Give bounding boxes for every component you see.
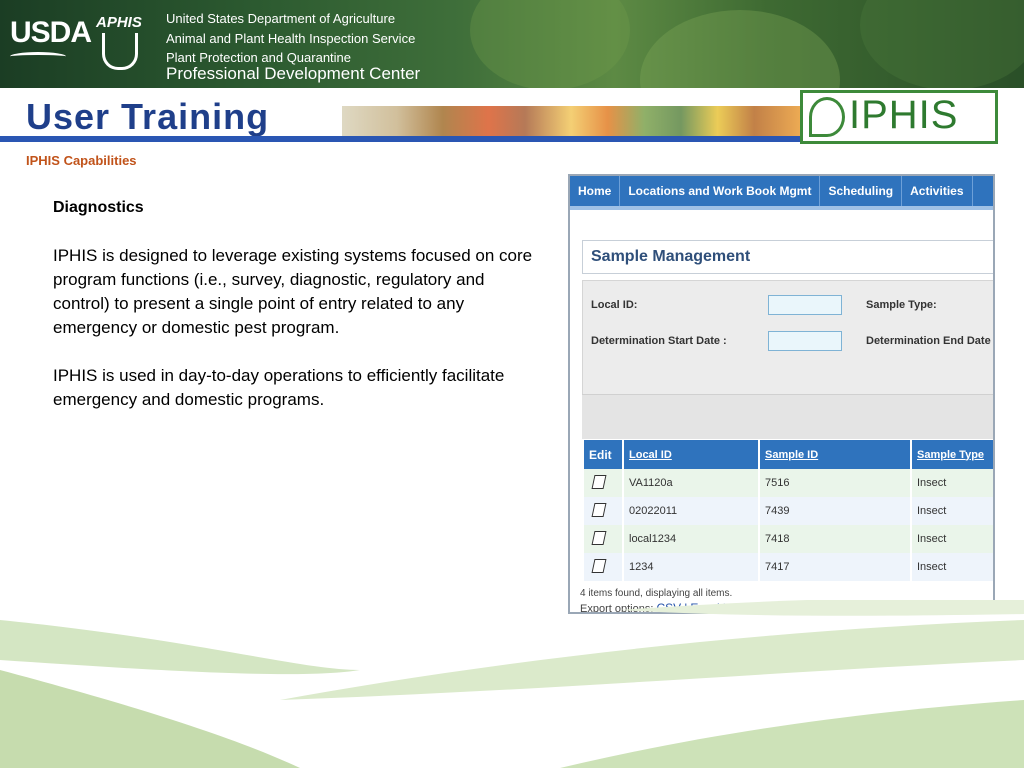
sample-id-cell: 7516 (759, 469, 912, 497)
sample-type-cell: Insect (911, 553, 993, 581)
app-nav-bar: Home Locations and Work Book Mgmt Schedu… (570, 176, 993, 206)
table-row: local1234 7418 Insect (584, 525, 993, 553)
nav-subbar (570, 206, 993, 210)
local-id-cell: VA1120a (623, 469, 760, 497)
start-date-input[interactable] (768, 331, 842, 351)
nav-home[interactable]: Home (570, 176, 621, 206)
sample-type-cell: Insect (911, 497, 993, 525)
sample-grid: Edit Local ID Sample ID Sample Type VA11… (584, 440, 993, 581)
col-local-id[interactable]: Local ID (623, 440, 760, 469)
local-id-input[interactable] (768, 295, 842, 315)
local-id-cell: 1234 (623, 553, 760, 581)
aphis-logo: APHIS (96, 14, 142, 70)
agency-name-line: United States Department of Agriculture (166, 11, 396, 26)
local-id-cell: 02022011 (623, 497, 760, 525)
photo-strip-image (342, 106, 800, 138)
grid-item-count: 4 items found, displaying all items. (580, 588, 733, 599)
local-id-cell: local1234 (623, 525, 760, 553)
col-sample-type[interactable]: Sample Type (911, 440, 993, 469)
user-training-title: User Training (26, 96, 270, 137)
swoosh-shape (0, 670, 300, 768)
title-underline (0, 136, 800, 142)
edit-icon[interactable] (591, 530, 607, 545)
col-sample-id[interactable]: Sample ID (759, 440, 912, 469)
agency-header-banner: USDA APHIS United States Department of A… (0, 0, 1024, 88)
edit-icon[interactable] (591, 558, 607, 573)
form-divider (582, 394, 993, 439)
start-date-label: Determination Start Date : (591, 335, 727, 347)
leaf-icon (809, 97, 845, 137)
swoosh-shape (620, 600, 1024, 616)
table-row: VA1120a 7516 Insect (584, 469, 993, 497)
table-row: 1234 7417 Insect (584, 553, 993, 581)
content-paragraph-1: IPHIS is designed to leverage existing s… (53, 246, 533, 337)
nav-activities[interactable]: Activities (902, 176, 973, 206)
section-header-box: Sample Management (582, 240, 993, 274)
service-name-line: Animal and Plant Health Inspection Servi… (166, 31, 416, 46)
swoosh-shape (280, 620, 1024, 700)
end-date-label: Determination End Date (866, 335, 991, 347)
sample-id-cell: 7418 (759, 525, 912, 553)
local-id-label: Local ID: (591, 299, 638, 311)
app-screenshot: Home Locations and Work Book Mgmt Schedu… (568, 174, 995, 614)
iphis-logo: IPHIS (800, 90, 998, 144)
center-name-line: Professional Development Center (166, 64, 421, 83)
decorative-swooshes (0, 600, 1024, 768)
edit-cell[interactable] (584, 497, 624, 525)
swoosh-shape (0, 620, 360, 675)
nav-scheduling[interactable]: Scheduling (820, 176, 903, 206)
sample-type-cell: Insect (911, 469, 993, 497)
program-name-line: Plant Protection and Quarantine (166, 50, 352, 65)
edit-cell[interactable] (584, 525, 624, 553)
nav-locations-workbook[interactable]: Locations and Work Book Mgmt (620, 176, 821, 206)
sample-id-cell: 7417 (759, 553, 912, 581)
sample-id-cell: 7439 (759, 497, 912, 525)
edit-icon[interactable] (591, 502, 607, 517)
usda-logo: USDA (10, 16, 92, 61)
col-edit: Edit (584, 440, 624, 469)
section-label: IPHIS Capabilities (26, 153, 137, 168)
slide-body: Diagnostics IPHIS is designed to leverag… (53, 196, 533, 412)
sample-type-label: Sample Type: (866, 299, 937, 311)
user-training-band: User Training IPHIS (0, 88, 1024, 150)
content-heading: Diagnostics (53, 199, 144, 216)
table-row: 02022011 7439 Insect (584, 497, 993, 525)
section-title: Sample Management (591, 248, 751, 265)
content-paragraph-2: IPHIS is used in day-to-day operations t… (53, 366, 505, 409)
edit-cell[interactable] (584, 469, 624, 497)
edit-cell[interactable] (584, 553, 624, 581)
iphis-logo-text: IPHIS (849, 93, 959, 137)
sample-type-cell: Insect (911, 525, 993, 553)
swoosh-shape (560, 700, 1024, 768)
edit-icon[interactable] (591, 474, 607, 489)
